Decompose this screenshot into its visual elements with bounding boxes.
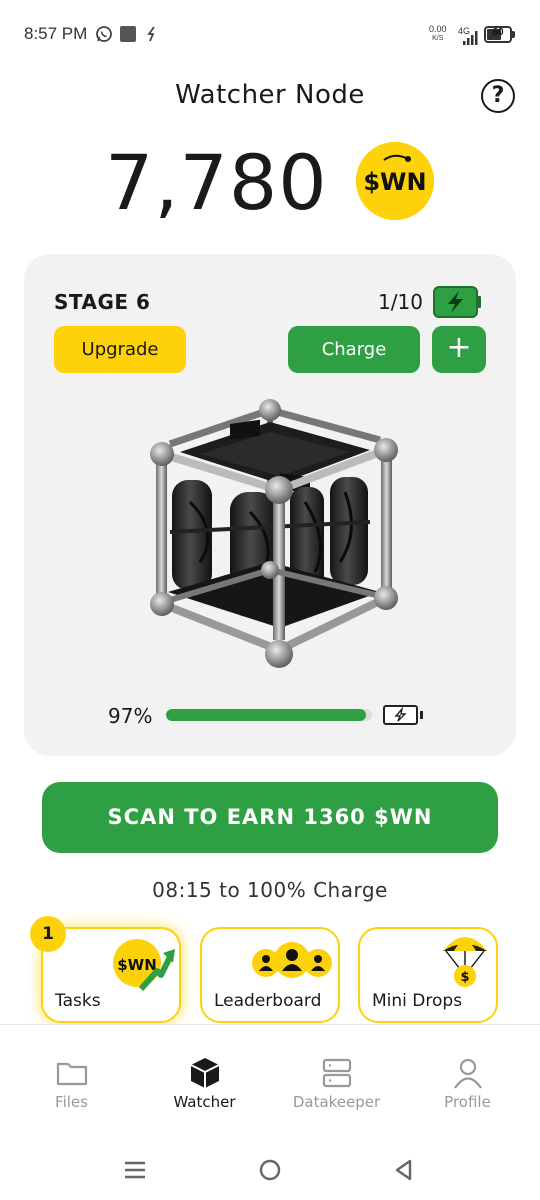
charge-count: 1/10 <box>378 290 423 314</box>
mini-drops-tile[interactable]: $ Mini Drops <box>358 927 498 1023</box>
question-circle-icon: ? <box>491 83 505 108</box>
battery-indicator: 60 <box>484 26 512 43</box>
balance-value: 7,780 <box>105 138 328 227</box>
battery-charging-icon <box>433 286 481 318</box>
network-speed: 0.00 K/S <box>429 25 447 43</box>
network-speed-value: 0.00 <box>429 24 447 34</box>
wn-coin-arrow-icon: $WN <box>111 937 177 995</box>
nav-item-datakeeper[interactable]: Datakeeper <box>269 1025 404 1125</box>
stage-label: STAGE 6 <box>54 290 151 314</box>
network-speed-unit: K/S <box>432 35 444 42</box>
users-group-icon <box>252 941 332 981</box>
page-title: Watcher Node <box>175 80 365 110</box>
nav-label-files: Files <box>55 1093 88 1111</box>
system-nav <box>0 1136 540 1200</box>
tasks-label: Tasks <box>55 991 101 1011</box>
nav-item-files[interactable]: Files <box>4 1025 139 1125</box>
signal-icon <box>463 30 479 49</box>
user-icon <box>450 1055 486 1091</box>
balance-display: 7,780 $WN <box>0 138 540 228</box>
leaderboard-tile[interactable]: Leaderboard <box>200 927 340 1023</box>
home-icon[interactable] <box>256 1156 286 1186</box>
stage-card: STAGE 6 1/10 Upgrade Charge + 97% <box>24 254 516 756</box>
scan-to-earn-button[interactable]: SCAN TO EARN 1360 $WN <box>42 782 498 853</box>
data-transfer-icon <box>145 25 159 47</box>
wn-coin-icon: $WN <box>356 142 434 220</box>
back-icon[interactable] <box>390 1156 420 1186</box>
nav-label-datakeeper: Datakeeper <box>292 1093 381 1111</box>
nav-item-profile[interactable]: Profile <box>400 1025 535 1125</box>
tasks-count-badge: 1 <box>30 916 66 952</box>
charge-progress-fill <box>166 709 366 721</box>
status-bar: 8:57 PM 0.00 K/S 4G 60 <box>0 0 540 70</box>
status-time: 8:57 PM <box>24 24 88 43</box>
tasks-coin-label: $WN <box>117 956 157 974</box>
upgrade-button[interactable]: Upgrade <box>54 326 186 373</box>
charge-eta-text: 08:15 to 100% Charge <box>152 878 388 902</box>
help-button[interactable]: ? <box>481 79 515 113</box>
recent-apps-icon[interactable] <box>121 1156 151 1186</box>
cube-icon <box>187 1055 223 1091</box>
leaderboard-label: Leaderboard <box>214 991 322 1011</box>
mini-drops-coin-label: $ <box>460 970 469 985</box>
nav-item-watcher[interactable]: Watcher <box>137 1025 272 1125</box>
coin-label: $WN <box>363 168 426 196</box>
charge-progress-label: 97% <box>108 704 153 728</box>
charge-button[interactable]: Charge <box>288 326 420 373</box>
bottom-nav: Files Watcher Datakeeper Profile <box>0 1024 540 1136</box>
folder-icon <box>54 1055 90 1091</box>
battery-bolt-icon <box>383 704 423 726</box>
nav-label-watcher: Watcher <box>173 1093 236 1111</box>
app-notification-icon <box>120 26 136 46</box>
parachute-coin-icon: $ <box>440 931 490 989</box>
mini-drops-label: Mini Drops <box>372 991 463 1011</box>
whatsapp-icon <box>95 25 113 47</box>
battery-level: 60 <box>492 27 504 38</box>
charge-progress-bar <box>166 709 372 721</box>
add-charge-button[interactable]: + <box>432 326 486 373</box>
server-cube-image <box>130 392 420 682</box>
nav-label-profile: Profile <box>444 1093 491 1111</box>
server-icon <box>319 1055 355 1091</box>
